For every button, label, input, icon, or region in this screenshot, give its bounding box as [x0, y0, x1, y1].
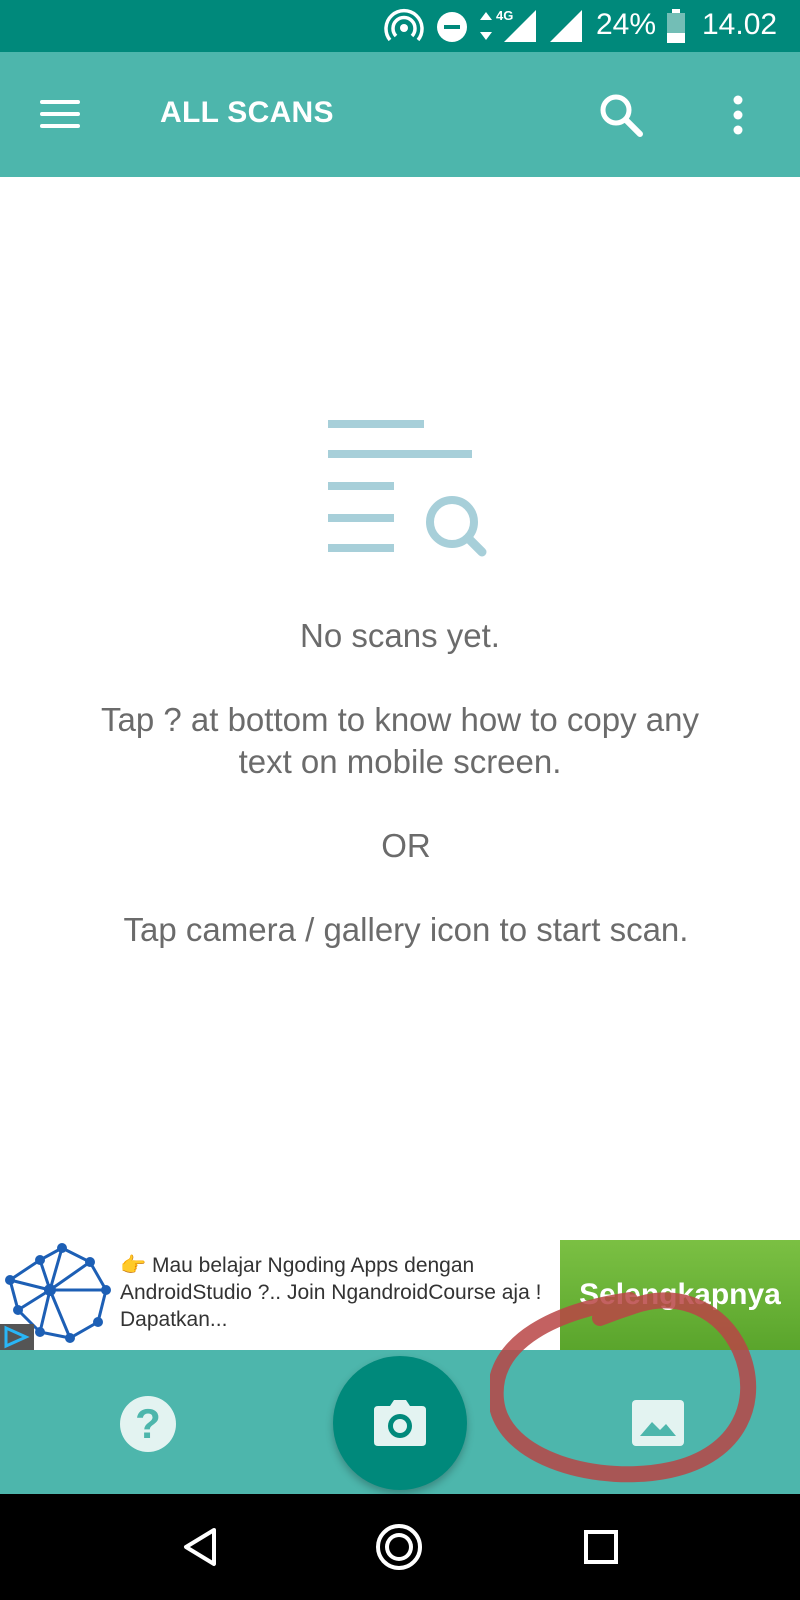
- cell-signal-icon: [504, 10, 536, 42]
- scan-instruction: Tap camera / gallery icon to start scan.: [123, 911, 689, 948]
- gallery-icon[interactable]: [632, 1400, 684, 1446]
- empty-title: No scans yet.: [300, 617, 500, 654]
- help-icon[interactable]: ?: [120, 1396, 176, 1452]
- clock: 14.02: [702, 8, 778, 41]
- bottom-action-bar: ?: [0, 1350, 800, 1494]
- battery-percent: 24%: [596, 8, 657, 41]
- camera-icon: [374, 1400, 426, 1446]
- or-divider: OR: [381, 827, 431, 864]
- menu-icon[interactable]: [36, 92, 84, 136]
- hotspot-icon: [384, 9, 424, 42]
- ad-cta-button[interactable]: Selengkapnya: [560, 1240, 800, 1350]
- camera-button[interactable]: [333, 1356, 467, 1490]
- ad-banner[interactable]: 👉 Mau belajar Ngoding Apps dengan Androi…: [0, 1240, 800, 1350]
- more-vert-icon[interactable]: [716, 90, 760, 140]
- page-title: ALL SCANS: [160, 96, 334, 129]
- status-bar: 4G 24% 14.02: [0, 0, 800, 52]
- do-not-disturb-icon: [437, 12, 467, 42]
- system-nav-bar: [0, 1494, 800, 1600]
- back-icon[interactable]: [176, 1522, 226, 1572]
- search-icon[interactable]: [596, 90, 646, 140]
- ad-logo: [0, 1243, 111, 1350]
- ad-text: 👉 Mau belajar Ngoding Apps dengan Androi…: [120, 1254, 542, 1331]
- battery-icon: [667, 9, 685, 43]
- help-instruction: Tap ? at bottom to know how to copy any …: [100, 701, 699, 780]
- data-arrows-icon: [480, 12, 492, 40]
- home-icon[interactable]: [374, 1522, 424, 1572]
- document-search-icon: [328, 420, 487, 557]
- cell-signal-2-icon: [550, 10, 582, 42]
- app-bar: ALL SCANS: [0, 52, 800, 177]
- recents-icon[interactable]: [576, 1522, 626, 1572]
